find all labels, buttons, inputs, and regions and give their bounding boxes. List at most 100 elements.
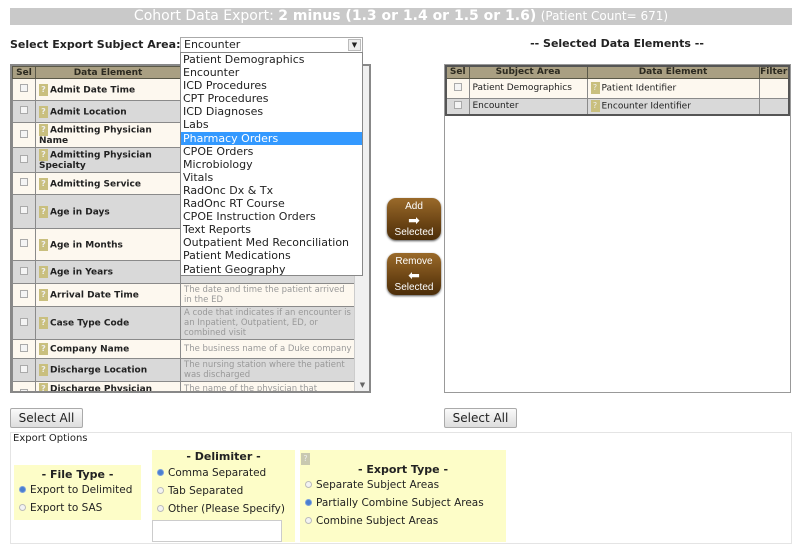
select-all-selected-button[interactable]: Select All [444, 408, 517, 428]
delimiter-option[interactable]: Tab Separated [152, 482, 295, 500]
row-checkbox[interactable] [20, 206, 28, 214]
help-icon[interactable]: ? [39, 124, 48, 136]
help-icon[interactable]: ? [39, 149, 48, 161]
data-element-description: A code that indicates if an encounter is… [180, 306, 357, 340]
row-checkbox[interactable] [20, 317, 28, 326]
other-delimiter-input[interactable] [152, 520, 282, 542]
dropdown-option[interactable]: Pharmacy Orders [181, 131, 362, 145]
radio-button[interactable] [19, 504, 26, 511]
option-label: Tab Separated [168, 485, 244, 497]
remove-selected-button[interactable]: Remove ⬅ Selected [387, 253, 441, 295]
help-icon[interactable]: ? [39, 205, 48, 218]
help-icon[interactable]: ? [590, 82, 600, 94]
row-checkbox[interactable] [20, 364, 28, 373]
dropdown-option[interactable]: Patient Medications [181, 249, 362, 262]
select-all-available-button[interactable]: Select All [10, 408, 83, 428]
col-sel: Sel [12, 66, 36, 79]
dropdown-option[interactable]: CPOE Instruction Orders [181, 210, 362, 223]
export-type-option[interactable]: Combine Subject Areas [300, 512, 506, 530]
row-checkbox[interactable] [20, 266, 28, 275]
dropdown-option[interactable]: ICD Procedures [181, 79, 362, 92]
col-filter: Filter [758, 65, 790, 79]
dropdown-option[interactable]: Text Reports [181, 223, 362, 236]
radio-button[interactable] [157, 487, 164, 494]
file-type-group: - File Type - Export to Delimited Export … [14, 465, 141, 520]
row-checkbox[interactable] [20, 289, 28, 298]
help-icon[interactable]: ? [590, 100, 600, 113]
row-checkbox[interactable] [20, 106, 28, 114]
col-sel: Sel [445, 65, 470, 79]
data-element-name: Discharge Physician Name [50, 384, 153, 393]
dropdown-option[interactable]: Encounter [181, 66, 362, 79]
data-element-name: Company Name [50, 344, 130, 355]
add-selected-button[interactable]: Add ➡ Selected [387, 198, 441, 240]
radio-button[interactable] [305, 481, 312, 488]
dropdown-option[interactable]: RadOnc Dx & Tx [181, 184, 362, 197]
delimiter-heading: - Delimiter - [186, 450, 261, 463]
row-checkbox[interactable] [20, 129, 28, 138]
row-checkbox[interactable] [20, 178, 28, 186]
subject-area-cell: Encounter [468, 97, 588, 116]
data-element-name: Admit Location [50, 107, 127, 117]
row-checkbox[interactable] [453, 100, 462, 109]
subject-area-dropdown[interactable]: Patient Demographics Encounter ICD Procedu… [180, 52, 363, 276]
table-row: ?Discharge Physician Name The name of the… [12, 381, 357, 393]
data-element-name: Admitting Service [50, 179, 141, 189]
selected-elements-heading: -- Selected Data Elements -- [530, 37, 704, 50]
data-element-name: Admitting Physician Name [39, 125, 152, 147]
row-checkbox[interactable] [453, 82, 462, 91]
option-label: Other (Please Specify) [168, 503, 285, 515]
file-type-option[interactable]: Export to SAS [14, 499, 141, 517]
dropdown-option[interactable]: Labs [181, 118, 362, 131]
row-checkbox[interactable] [20, 84, 28, 92]
help-icon[interactable]: ? [39, 317, 48, 329]
dropdown-option[interactable]: Outpatient Med Reconciliation [181, 236, 362, 249]
dropdown-option[interactable]: RadOnc RT Course [181, 197, 362, 210]
export-type-option[interactable]: Separate Subject Areas [300, 476, 506, 494]
delimiter-option[interactable]: Other (Please Specify) [152, 500, 295, 518]
row-checkbox[interactable] [20, 388, 28, 391]
dropdown-option[interactable]: Patient Geography [181, 263, 362, 276]
help-icon[interactable]: ? [39, 238, 48, 251]
row-checkbox[interactable] [20, 239, 28, 247]
radio-button[interactable] [305, 499, 312, 506]
radio-button[interactable] [157, 505, 164, 512]
filter-cell[interactable] [758, 97, 790, 116]
data-element-name: Admitting Physician Specialty [39, 150, 152, 172]
table-row: Patient Demographics? Patient Identifier [445, 77, 790, 99]
help-icon[interactable]: ? [39, 289, 48, 301]
option-label: Separate Subject Areas [316, 479, 440, 491]
chevron-down-icon[interactable]: ▼ [348, 39, 361, 51]
dropdown-option[interactable]: Vitals [181, 171, 362, 184]
data-element-name: Encounter Identifier [601, 101, 691, 112]
dropdown-option[interactable]: Microbiology [181, 158, 362, 171]
help-icon[interactable]: ? [39, 83, 48, 96]
help-icon[interactable]: ? [39, 177, 48, 190]
radio-button[interactable] [19, 486, 26, 493]
help-icon[interactable]: ? [301, 453, 310, 465]
dropdown-option[interactable]: ICD Diagnoses [181, 105, 362, 118]
table-row: ? Company Name The business name of a Duke… [12, 339, 357, 359]
row-checkbox[interactable] [20, 154, 28, 163]
radio-button[interactable] [157, 469, 164, 476]
filter-cell[interactable] [758, 77, 790, 99]
help-icon[interactable]: ? [39, 343, 48, 355]
help-icon[interactable]: ? [39, 105, 48, 118]
help-icon[interactable]: ? [39, 383, 48, 391]
radio-button[interactable] [305, 517, 312, 524]
option-label: Export to SAS [30, 502, 103, 514]
delimiter-option[interactable]: Comma Separated [152, 464, 295, 482]
help-icon[interactable]: ? [39, 364, 48, 376]
export-type-option[interactable]: Partially Combine Subject Areas [300, 494, 506, 512]
scroll-down-icon[interactable]: ▼ [355, 381, 369, 389]
option-label: Export to Delimited [30, 484, 133, 496]
dropdown-option[interactable]: Patient Demographics [181, 53, 362, 66]
dropdown-option[interactable]: CPOE Orders [181, 145, 362, 158]
arrow-left-icon: ⬅ [408, 267, 420, 283]
row-checkbox[interactable] [20, 343, 28, 352]
subject-area-select[interactable]: Encounter ▼ [180, 37, 363, 53]
help-icon[interactable]: ? [39, 266, 48, 278]
data-element-name: Discharge Location [50, 365, 148, 376]
file-type-option[interactable]: Export to Delimited [14, 481, 141, 499]
dropdown-option[interactable]: CPT Procedures [181, 92, 362, 105]
